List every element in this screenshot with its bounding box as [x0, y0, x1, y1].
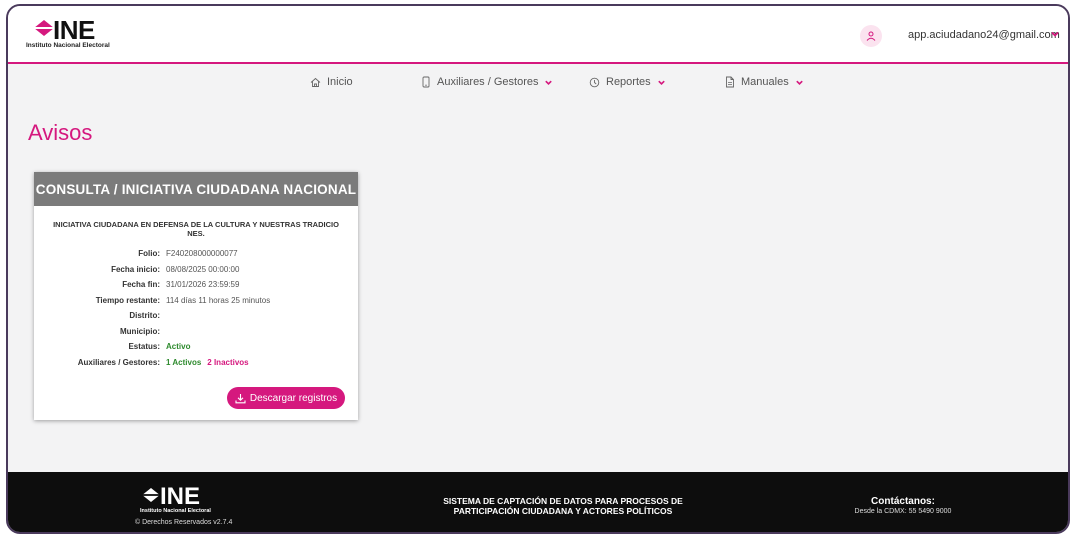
download-label: Descargar registros: [249, 392, 338, 404]
chevron-down-icon: [545, 80, 553, 85]
home-icon: [310, 77, 321, 87]
system-name: SISTEMA DE CAPTACIÓN DE DATOS PARA PROCE…: [408, 496, 718, 516]
detail-row-estatus: Estatus: Activo: [34, 339, 358, 355]
nav-label-auxiliares: Auxiliares / Gestores: [437, 76, 539, 88]
ine-diamond-icon: [34, 20, 54, 36]
footer: INE Instituto Nacional Electoral © Derec…: [8, 472, 1068, 532]
chevron-down-icon: [657, 80, 665, 85]
nav-item-auxiliares[interactable]: Auxiliares / Gestores: [421, 76, 553, 88]
nav-item-reportes[interactable]: Reportes: [589, 76, 666, 88]
detail-value: F240208000000077: [166, 249, 238, 259]
aux-inactive-count: 2 Inactivos: [207, 357, 249, 367]
chevron-down-icon: [795, 80, 803, 85]
logo-subtitle: Instituto Nacional Electoral: [26, 42, 110, 49]
detail-label: Municipio:: [120, 326, 160, 336]
document-icon: [726, 76, 734, 88]
nav-label-reportes: Reportes: [606, 76, 651, 88]
notice-card: CONSULTA / INICIATIVA CIUDADANA NACIONAL…: [34, 172, 358, 420]
nav-item-manuales[interactable]: Manuales: [725, 76, 804, 88]
chevron-down-icon[interactable]: [1050, 29, 1060, 39]
detail-value: 31/01/2026 23:59:59: [166, 280, 240, 290]
detail-row-fecha-fin: Fecha fin: 31/01/2026 23:59:59: [34, 277, 358, 293]
ine-diamond-icon: [142, 488, 160, 502]
nav-label-manuales: Manuales: [741, 76, 789, 88]
detail-row-municipio: Municipio:: [34, 324, 358, 340]
aux-active-count: 1 Activos: [166, 357, 202, 367]
detail-label: Folio:: [138, 249, 160, 259]
card-header: CONSULTA / INICIATIVA CIUDADANA NACIONAL: [34, 172, 358, 206]
status-value: Activo: [166, 342, 191, 352]
user-avatar[interactable]: [860, 25, 882, 47]
card-details: Folio: F240208000000077 Fecha inicio: 08…: [34, 246, 358, 370]
detail-row-fecha-inicio: Fecha inicio: 08/08/2025 00:00:00: [34, 262, 358, 278]
app-window: INE Instituto Nacional Electoral app.aci…: [6, 4, 1070, 534]
card-subtitle: INICIATIVA CIUDADANA EN DEFENSA DE LA CU…: [53, 220, 339, 238]
detail-label: Fecha inicio:: [111, 264, 160, 274]
download-records-button[interactable]: Descargar registros: [227, 387, 345, 409]
clock-icon: [589, 77, 600, 87]
phone-icon: [422, 76, 430, 88]
detail-value: 08/08/2025 00:00:00: [166, 264, 240, 274]
user-email[interactable]: app.aciudadano24@gmail.com: [908, 29, 1060, 41]
page-title: Avisos: [28, 120, 93, 145]
top-header: INE Instituto Nacional Electoral app.aci…: [8, 6, 1068, 64]
detail-row-distrito: Distrito:: [34, 308, 358, 324]
system-line-1: SISTEMA DE CAPTACIÓN DE DATOS PARA PROCE…: [443, 496, 683, 506]
detail-label: Fecha fin:: [122, 280, 160, 290]
footer-logo-text: INE: [160, 483, 201, 510]
contact-phone[interactable]: Desde la CDMX: 55 5490 9000: [838, 508, 968, 515]
logo-text: INE: [53, 15, 95, 45]
detail-row-folio: Folio: F240208000000077: [34, 246, 358, 262]
download-icon: [235, 393, 246, 403]
contact-block: Contáctanos: Desde la CDMX: 55 5490 9000: [838, 496, 968, 515]
nav-item-inicio[interactable]: Inicio: [310, 76, 353, 88]
detail-label: Estatus:: [128, 342, 160, 352]
main-nav: Inicio Auxiliares / Gestores Reportes Ma…: [8, 76, 1068, 96]
detail-label: Auxiliares / Gestores:: [77, 357, 160, 367]
user-icon: [866, 31, 876, 41]
footer-logo-subtitle: Instituto Nacional Electoral: [140, 508, 211, 514]
copyright: © Derechos Reservados v2.7.4: [135, 519, 233, 526]
detail-label: Tiempo restante:: [95, 295, 160, 305]
system-line-2: PARTICIPACIÓN CIUDADANA Y ACTORES POLÍTI…: [453, 506, 673, 516]
ine-logo[interactable]: INE Instituto Nacional Electoral: [26, 16, 136, 50]
detail-value: 114 días 11 horas 25 minutos: [166, 295, 271, 305]
detail-row-tiempo-restante: Tiempo restante: 114 días 11 horas 25 mi…: [34, 293, 358, 309]
detail-label: Distrito:: [129, 311, 160, 321]
detail-row-auxiliares: Auxiliares / Gestores: 1 Activos 2 Inact…: [34, 355, 358, 371]
nav-label-inicio: Inicio: [327, 76, 353, 88]
contact-title: Contáctanos:: [871, 496, 935, 507]
